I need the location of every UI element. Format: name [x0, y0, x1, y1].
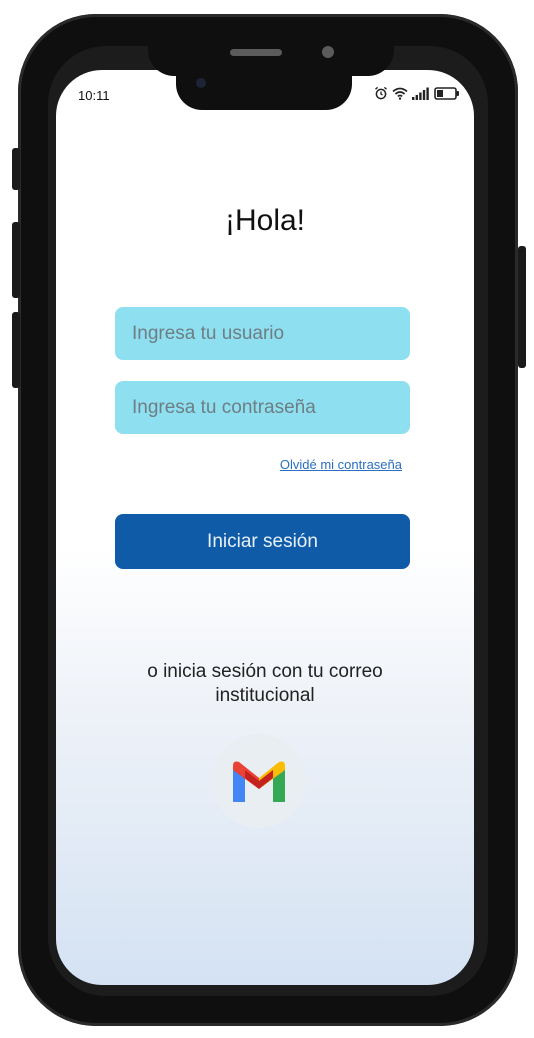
gmail-login-button[interactable] [212, 734, 306, 828]
mute-switch [12, 148, 20, 190]
alt-login-text: o inicia sesión con tu correo institucio… [147, 661, 383, 706]
power-button [518, 246, 526, 368]
wifi-icon [392, 87, 408, 100]
app-screen: 10:11 ¡Hola! Olvidé mi contraseña [56, 70, 474, 985]
battery-icon [434, 86, 459, 100]
notch [176, 70, 352, 110]
volume-down-button [12, 312, 20, 388]
top-bezel [148, 30, 394, 76]
earpiece-speaker [230, 49, 282, 56]
signal-icon [412, 87, 429, 100]
status-icons [374, 86, 460, 100]
forgot-password-link[interactable]: Olvidé mi contraseña [280, 457, 402, 472]
proximity-sensor [322, 46, 334, 58]
alarm-icon [375, 86, 387, 100]
status-time: 10:11 [78, 88, 110, 103]
page-title: ¡Hola! [224, 204, 306, 237]
password-input[interactable] [115, 381, 410, 434]
username-input[interactable] [115, 307, 410, 360]
gmail-icon [233, 761, 285, 802]
volume-up-button [12, 222, 20, 298]
login-button[interactable]: Iniciar sesión [115, 514, 410, 569]
front-camera [196, 78, 206, 88]
